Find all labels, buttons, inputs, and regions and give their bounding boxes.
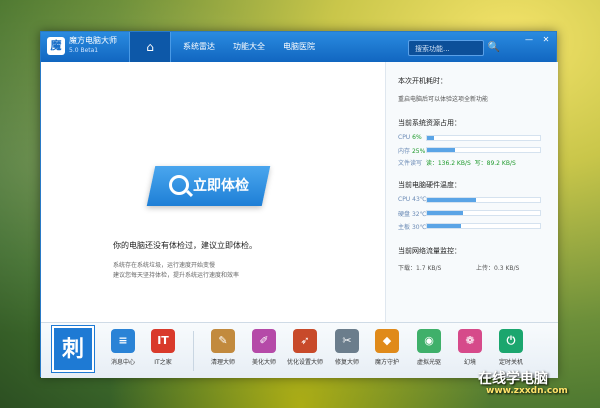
rubik-logo-icon[interactable]: 刺 (52, 326, 94, 372)
toolbar-item-optimize-master[interactable]: ➶ 优化设置大师 (285, 329, 325, 366)
toolbar-item-virtual-drive[interactable]: ◉ 虚拟光驱 (409, 329, 449, 366)
toolbar-item-label: 清理大师 (210, 359, 235, 366)
toolbar-item-label: 魔方守护 (374, 359, 399, 366)
boot-time-title: 本次开机耗时： (398, 77, 447, 85)
tab-system-radar[interactable]: 系统雷达 (183, 41, 215, 52)
tab-features[interactable]: 功能大全 (233, 41, 265, 52)
upload-speed: 上传：0.3 KB/S (476, 265, 520, 272)
toolbar-item-label: 美化大师 (251, 359, 276, 366)
memory-usage-label: 内存 25% (398, 148, 426, 155)
toolbar-item-beautify-master[interactable]: ✐ 美化大师 (244, 329, 284, 366)
toolbar-item-label: 虚拟光驱 (416, 359, 441, 366)
disk-temp-bar (426, 210, 541, 216)
toolbar-item-message-center[interactable]: ≡ 消息中心 (103, 329, 143, 366)
minimize-button[interactable]: — (523, 35, 535, 45)
toolbar-item-label: IT之家 (154, 359, 172, 366)
toolbar-item-guard[interactable]: ◆ 魔方守护 (367, 329, 407, 366)
resource-title: 当前系统资源占用： (398, 119, 461, 127)
watermark-text: 在线学电脑 (478, 371, 548, 387)
tab-pc-hospital[interactable]: 电脑医院 (283, 41, 315, 52)
sub-message-2: 建议您每天坚持体检，提升系统运行速度和效率 (113, 272, 240, 279)
optimize-master-icon: ➶ (293, 329, 317, 353)
guard-icon: ◆ (375, 329, 399, 353)
toolbar-divider (193, 331, 194, 371)
main-panel: 立即体检 你的电脑还没有体检过，建议立即体检。 系统存在系统垃圾，运行速度开始变… (41, 62, 385, 322)
cpu-usage-bar (426, 135, 541, 141)
toolbar-item-repair-master[interactable]: ✂ 修复大师 (327, 329, 367, 366)
illusion-icon: ❁ (458, 329, 482, 353)
status-sidebar: 本次开机耗时： 重启电脑后可以体验这项全新功能 当前系统资源占用： CPU 6%… (385, 62, 558, 322)
disk-temp-label: 硬盘 32℃ (398, 211, 427, 218)
cpu-temp-label: CPU 43℃ (398, 196, 427, 203)
toolbar-item-label: 优化设置大师 (286, 359, 323, 366)
disk-io-label: 文件读写 读：136.2 KB/S 写：89.2 KB/S (398, 160, 516, 167)
home-tab[interactable]: ⌂ (129, 32, 171, 62)
toolbar-item-label: 消息中心 (110, 359, 135, 366)
toolbar-item-label: 定时关机 (498, 359, 523, 366)
toolbar-item-illusion[interactable]: ❁ 幻境 (450, 329, 490, 366)
toolbar-item-scheduled-shutdown[interactable]: ⏻ 定时关机 (491, 329, 531, 366)
app-logo-icon: 魔 (47, 37, 65, 55)
network-title: 当前网络流量监控： (398, 247, 461, 255)
cpu-usage-fill (427, 136, 434, 140)
board-temp-bar (426, 223, 541, 229)
cpu-usage-label: CPU 6% (398, 134, 422, 141)
toolbar-item-label: 幻境 (463, 359, 476, 366)
it-home-icon: IT (151, 329, 175, 353)
home-icon: ⌂ (146, 40, 154, 54)
temperature-title: 当前电脑硬件温度： (398, 181, 461, 189)
board-temp-label: 主板 30℃ (398, 224, 427, 231)
memory-usage-fill (427, 148, 456, 152)
scheduled-shutdown-icon: ⏻ (499, 329, 523, 353)
cpu-temp-fill (427, 198, 476, 202)
cleanup-master-icon: ✎ (211, 329, 235, 353)
app-version: 5.0 Beta1 (69, 47, 99, 54)
search-check-icon (169, 175, 189, 195)
check-now-label[interactable]: 立即体检 (193, 175, 249, 195)
search-input[interactable]: 搜索功能... (408, 40, 484, 56)
virtual-drive-icon: ◉ (417, 329, 441, 353)
message-center-icon: ≡ (111, 329, 135, 353)
app-window: 魔 魔方电脑大师 5.0 Beta1 ⌂ 系统雷达 功能大全 电脑医院 搜索功能… (40, 31, 558, 378)
title-bar: 魔 魔方电脑大师 5.0 Beta1 ⌂ 系统雷达 功能大全 电脑医院 搜索功能… (41, 32, 556, 62)
beautify-master-icon: ✐ (252, 329, 276, 353)
download-speed: 下载：1.7 KB/S (398, 265, 442, 272)
repair-master-icon: ✂ (335, 329, 359, 353)
boot-time-text: 重启电脑后可以体验这项全新功能 (398, 96, 489, 103)
check-message: 你的电脑还没有体检过，建议立即体检。 (113, 241, 257, 250)
toolbar-item-cleanup-master[interactable]: ✎ 清理大师 (203, 329, 243, 366)
toolbar-item-it-home[interactable]: IT IT之家 (143, 329, 183, 366)
cpu-temp-bar (426, 197, 541, 203)
memory-usage-bar (426, 147, 541, 153)
app-name: 魔方电脑大师 (69, 36, 117, 45)
toolbar-item-label: 修复大师 (334, 359, 359, 366)
board-temp-fill (427, 224, 461, 228)
watermark-url: www.zxxdn.com (486, 386, 568, 396)
search-icon[interactable]: 🔍 (486, 40, 502, 56)
search-placeholder: 搜索功能... (415, 45, 450, 53)
sub-message-1: 系统存在系统垃圾，运行速度开始变慢 (113, 262, 216, 269)
close-button[interactable]: ✕ (540, 35, 552, 45)
disk-temp-fill (427, 211, 464, 215)
